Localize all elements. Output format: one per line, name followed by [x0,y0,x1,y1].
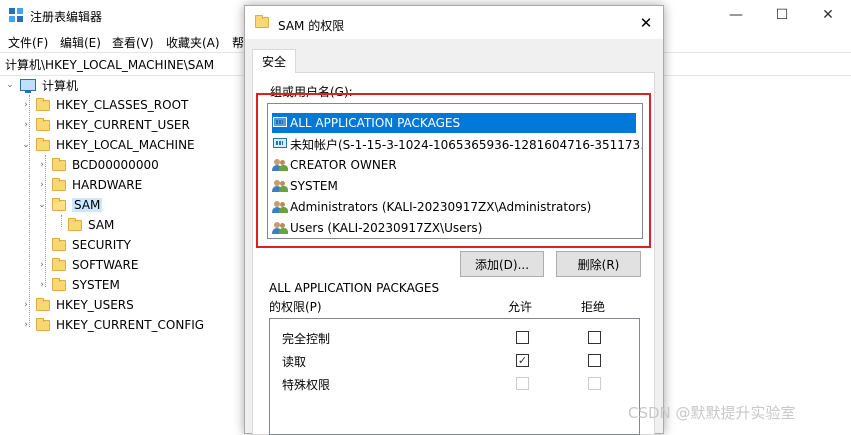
tab-security[interactable]: 安全 [252,49,296,73]
maximize-button[interactable]: ☐ [759,0,805,30]
tree-item-label: HKEY_LOCAL_MACHINE [56,138,195,152]
tree-item-sam-child[interactable]: SAM [52,215,114,235]
chevron-right-icon[interactable]: › [20,120,32,130]
menu-favorites[interactable]: 收藏夹(A) [166,34,220,51]
tree-item-label: HKEY_CLASSES_ROOT [56,98,189,112]
tree-item-hkcu[interactable]: › HKEY_CURRENT_USER [20,115,190,135]
chevron-down-icon[interactable]: ⌄ [4,80,16,90]
tree-item-hklm[interactable]: ⌄ HKEY_LOCAL_MACHINE [20,135,195,155]
chevron-right-icon[interactable]: › [36,260,48,270]
minimize-button[interactable]: — [713,0,759,30]
folder-icon [36,97,50,111]
tree-item-label: SAM [88,218,115,232]
permission-full-control: 完全控制 [282,332,331,346]
regedit-title: 注册表编辑器 [30,10,103,24]
permission-special: 特殊权限 [282,378,331,392]
regedit-app-icon [9,8,23,22]
tree-item-label: HKEY_USERS [56,298,134,312]
folder-icon [52,197,66,211]
tree-item-bcd[interactable]: › BCD00000000 [36,155,159,175]
computer-icon [20,79,36,93]
allow-special-checkbox [516,377,529,390]
folder-icon [36,117,50,131]
chevron-right-icon[interactable]: › [20,320,32,330]
chevron-down-icon[interactable]: ⌄ [20,140,32,150]
watermark: CSDN @默默提升实验室 [628,404,796,422]
folder-icon [52,277,66,291]
permission-subject: ALL APPLICATION PACKAGES [269,281,440,295]
tree-item-label: SYSTEM [72,278,120,292]
tree-item-hkcc[interactable]: › HKEY_CURRENT_CONFIG [20,315,204,335]
deny-full-control-checkbox[interactable] [588,331,601,344]
permission-label: 的权限(P) [269,300,322,314]
permission-read: 读取 [282,355,307,369]
folder-icon [36,297,50,311]
tree-root-label: 计算机 [42,78,79,93]
dialog-title: SAM 的权限 [278,19,345,33]
remove-button[interactable]: 删除(R) [556,251,641,277]
tree-root-computer[interactable]: ⌄ 计算机 [4,75,78,95]
tree-item-label: HKEY_CURRENT_USER [56,118,190,132]
menu-file[interactable]: 文件(F) [8,34,48,51]
folder-icon [255,15,275,28]
dialog-close-button[interactable]: ✕ [633,11,659,35]
folder-icon [52,177,66,191]
close-button[interactable]: ✕ [805,0,851,30]
deny-special-checkbox [588,377,601,390]
menu-view[interactable]: 查看(V) [112,34,154,51]
menu-help[interactable]: 帮 [232,34,244,51]
tree-item-label: SAM [72,198,103,212]
red-highlight-box [256,93,651,248]
column-deny: 拒绝 [581,300,606,314]
chevron-right-icon[interactable]: › [20,300,32,310]
allow-full-control-checkbox[interactable] [516,331,529,344]
folder-icon [36,137,50,151]
tree-item-label: BCD00000000 [72,158,159,172]
chevron-down-icon[interactable]: ⌄ [36,200,48,210]
tree-item-hkcr[interactable]: › HKEY_CLASSES_ROOT [20,95,188,115]
tree-item-label: SOFTWARE [72,258,139,272]
tree-item-software[interactable]: › SOFTWARE [36,255,138,275]
column-allow: 允许 [508,300,533,314]
tree-item-system[interactable]: › SYSTEM [36,275,120,295]
allow-read-checkbox[interactable]: ✓ [516,354,529,367]
deny-read-checkbox[interactable] [588,354,601,367]
tree-item-security[interactable]: SECURITY [36,235,131,255]
add-button[interactable]: 添加(D)... [460,251,544,277]
tree-item-label: SECURITY [72,238,131,252]
chevron-right-icon[interactable]: › [36,160,48,170]
address-text[interactable]: 计算机\HKEY_LOCAL_MACHINE\SAM [5,56,214,73]
tree-item-hardware[interactable]: › HARDWARE [36,175,142,195]
tree-item-label: HKEY_CURRENT_CONFIG [56,318,205,332]
tree-item-sam[interactable]: ⌄ SAM [36,195,103,215]
tree-item-hku[interactable]: › HKEY_USERS [20,295,134,315]
menu-edit[interactable]: 编辑(E) [60,34,101,51]
folder-icon [52,237,66,251]
folder-icon [52,157,66,171]
registry-tree[interactable]: ⌄ 计算机 › HKEY_CLASSES_ROOT › HKEY_CURRENT… [0,75,245,434]
tree-item-label: HARDWARE [72,178,143,192]
folder-icon [68,217,82,231]
chevron-right-icon[interactable]: › [36,280,48,290]
folder-icon [52,257,66,271]
chevron-right-icon[interactable]: › [36,180,48,190]
permission-table: 完全控制 读取 ✓ 特殊权限 [269,318,640,435]
chevron-right-icon[interactable]: › [20,100,32,110]
permissions-dialog: SAM 的权限 ✕ 安全 组或用户名(G): ALL APPLICATION P… [244,5,664,435]
folder-icon [36,317,50,331]
dialog-titlebar: SAM 的权限 ✕ [245,6,663,39]
